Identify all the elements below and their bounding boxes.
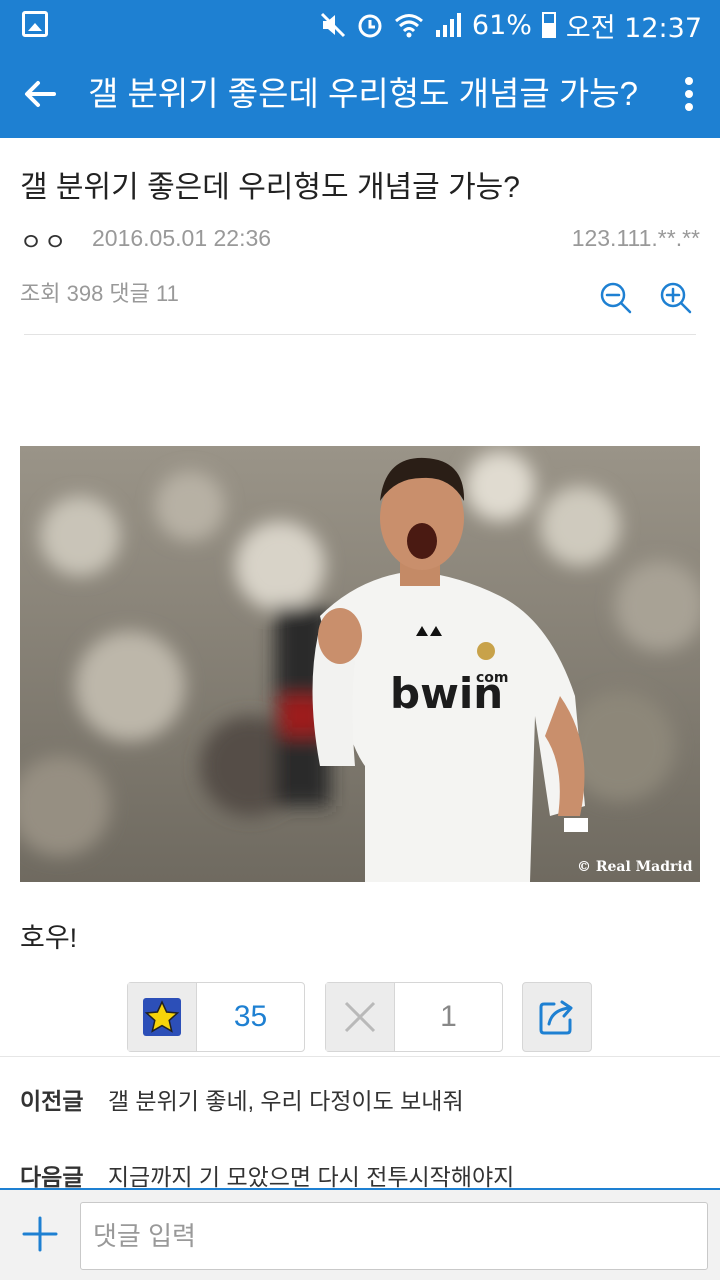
next-post-title: 지금까지 기 모았으면 다시 전투시작해야지: [107, 1164, 515, 1190]
downvote-count: 1: [440, 1000, 457, 1033]
next-post-label: 다음글: [20, 1164, 84, 1190]
post-title: 갤 분위기 좋은데 우리형도 개념글 가능?: [20, 171, 520, 204]
upvote-button[interactable]: 35: [127, 982, 305, 1052]
app-bar: 갤 분위기 좋은데 우리형도 개념글 가능?: [0, 50, 720, 138]
add-attachment-icon[interactable]: [20, 1214, 60, 1254]
upvote-icon-cell: [128, 983, 197, 1051]
share-button[interactable]: [522, 982, 592, 1052]
prev-post-label: 이전글: [20, 1088, 84, 1114]
back-arrow-icon[interactable]: [18, 72, 62, 116]
x-icon: [344, 1001, 376, 1033]
downvote-icon-cell: [326, 983, 395, 1051]
post-author: ㅇㅇ: [20, 229, 69, 256]
nav-divider: [0, 1056, 720, 1057]
gallery-icon: [22, 11, 48, 37]
downvote-button[interactable]: 1: [325, 982, 503, 1052]
star-icon: [143, 998, 181, 1036]
mute-icon: [320, 12, 345, 38]
battery-icon: [541, 12, 556, 38]
post-image: bwin com © Real Madrid: [20, 446, 700, 882]
post-body: 호우!: [20, 923, 78, 953]
signal-icon: [435, 13, 461, 37]
clock: 오전 12:37: [565, 12, 702, 44]
more-options-icon[interactable]: [684, 76, 694, 112]
app-bar-title: 갤 분위기 좋은데 우리형도 개념글 가능?: [88, 75, 638, 112]
shirt-sponsor-sub: com: [476, 670, 509, 686]
share-icon: [539, 1000, 573, 1035]
image-caption: © Real Madrid: [577, 859, 693, 875]
prev-post-title: 갤 분위기 좋네, 우리 다정이도 보내줘: [107, 1088, 464, 1114]
status-icons: 61% 오전 12:37: [320, 5, 702, 45]
comment-bar: [0, 1188, 720, 1280]
next-post-link[interactable]: 다음글 지금까지 기 모았으면 다시 전투시작해야지: [20, 1158, 514, 1192]
prev-post-link[interactable]: 이전글 갤 분위기 좋네, 우리 다정이도 보내줘: [20, 1082, 464, 1116]
post-ip: 123.111.**.**: [571, 225, 700, 251]
status-bar: 61% 오전 12:37: [0, 0, 720, 50]
post-meta: ㅇㅇ 2016.05.01 22:36 123.111.**.**: [20, 222, 700, 256]
zoom-out-icon[interactable]: [598, 280, 634, 316]
post-date: 2016.05.01 22:36: [92, 225, 272, 251]
header-divider: [24, 334, 696, 335]
zoom-in-icon[interactable]: [658, 280, 694, 316]
alarm-icon: [358, 14, 382, 38]
post-stats: 조회 398 댓글 11: [20, 281, 179, 306]
upvote-count: 35: [233, 1000, 268, 1033]
comment-input[interactable]: [80, 1202, 708, 1270]
wifi-icon: [394, 14, 423, 38]
battery-percent: 61%: [471, 9, 532, 41]
